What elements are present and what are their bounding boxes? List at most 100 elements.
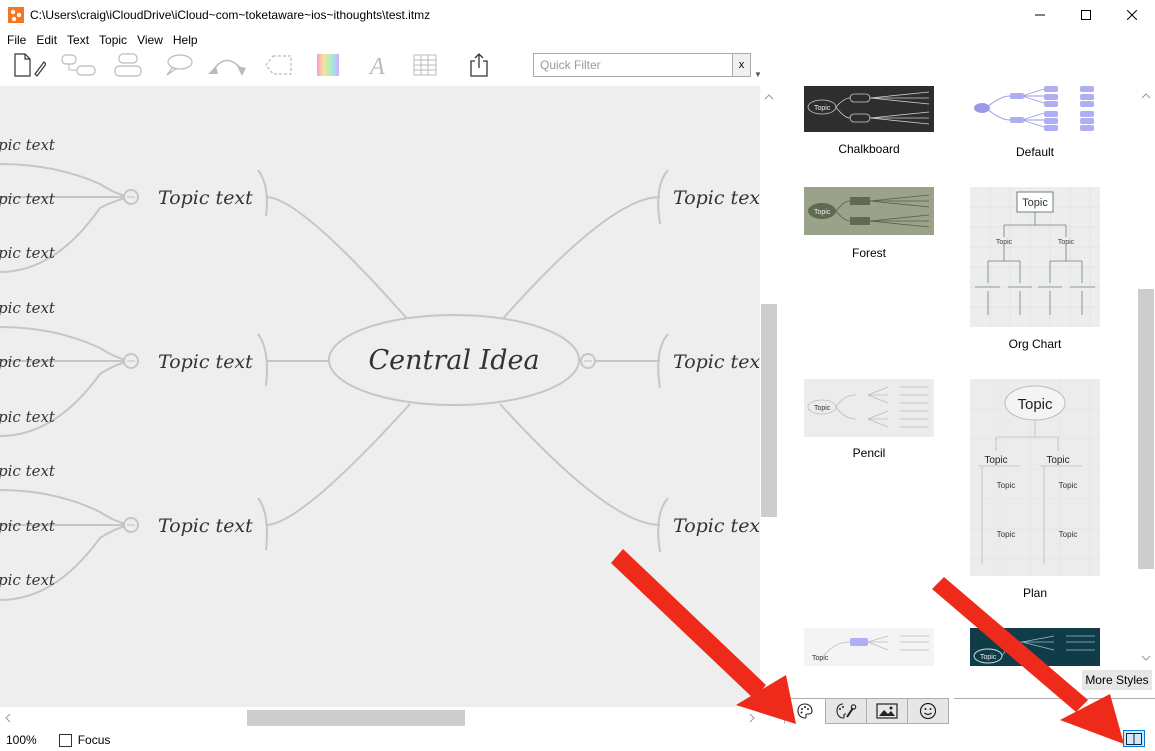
svg-text:A: A bbox=[368, 54, 385, 78]
style-forest-thumbnail: Topic bbox=[804, 187, 934, 235]
tab-styles[interactable] bbox=[784, 698, 826, 724]
panel-toggle-button[interactable] bbox=[1123, 730, 1145, 747]
add-sibling-topic-button[interactable] bbox=[108, 50, 148, 80]
thumb-text: Topic bbox=[814, 405, 831, 412]
style-default-label: Default bbox=[1015, 145, 1055, 159]
color-button[interactable] bbox=[312, 50, 344, 80]
canvas-vertical-scrollbar[interactable] bbox=[760, 86, 778, 707]
left-topic-2[interactable]: Topic text bbox=[158, 351, 253, 373]
callout-button[interactable] bbox=[158, 50, 198, 80]
canvas-vertical-scroll-thumb[interactable] bbox=[761, 304, 777, 517]
menu-view[interactable]: View bbox=[133, 33, 167, 47]
table-icon bbox=[413, 54, 437, 76]
add-sibling-topic-icon bbox=[114, 53, 142, 77]
style-org-chart[interactable]: Topic Topic Topic bbox=[970, 187, 1100, 330]
close-button[interactable] bbox=[1109, 0, 1155, 30]
leaf-topic-7[interactable]: pic text bbox=[0, 462, 56, 480]
share-button[interactable] bbox=[464, 50, 494, 80]
filter-dropdown-arrow-icon[interactable]: ▼ bbox=[754, 70, 762, 79]
color-icon bbox=[317, 54, 339, 76]
menu-file[interactable]: File bbox=[3, 33, 30, 47]
quick-filter-input[interactable] bbox=[534, 55, 732, 75]
palette-icon bbox=[797, 703, 813, 719]
tab-divider bbox=[954, 698, 1155, 699]
right-topic-1[interactable]: Topic tex bbox=[673, 187, 760, 209]
leaf-topic-8[interactable]: pic text bbox=[0, 517, 56, 535]
leaf-topic-2[interactable]: pic text bbox=[0, 190, 56, 208]
quick-filter: x bbox=[533, 53, 751, 77]
tab-format[interactable] bbox=[825, 698, 867, 724]
maximize-button[interactable] bbox=[1063, 0, 1109, 30]
focus-checkbox[interactable] bbox=[58, 733, 72, 747]
tab-icons[interactable] bbox=[907, 698, 949, 724]
right-topic-3[interactable]: Topic tex bbox=[673, 515, 760, 537]
thumb-text: Topic bbox=[814, 105, 831, 112]
maximize-icon bbox=[1081, 10, 1091, 20]
thumb-text: Topic bbox=[1017, 396, 1053, 413]
style-chalkboard-thumbnail: Topic bbox=[804, 86, 934, 132]
style-default-thumbnail bbox=[970, 86, 1100, 132]
relationship-button[interactable] bbox=[204, 50, 250, 80]
left-topic-1[interactable]: Topic text bbox=[158, 187, 253, 209]
styles-panel-scroll-thumb[interactable] bbox=[1138, 289, 1154, 569]
canvas-scroll-down-icon[interactable] bbox=[762, 693, 776, 705]
style-default[interactable] bbox=[970, 86, 1100, 135]
font-button[interactable]: A bbox=[362, 50, 394, 80]
zoom-level[interactable]: 100% bbox=[6, 733, 37, 747]
thumb-text: Topic bbox=[1046, 455, 1069, 466]
quick-filter-clear-button[interactable]: x bbox=[732, 54, 750, 76]
leaf-topic-6[interactable]: pic text bbox=[0, 408, 56, 426]
menu-topic[interactable]: Topic bbox=[95, 33, 131, 47]
style-pencil-thumbnail: Topic bbox=[804, 379, 934, 437]
menu-text[interactable]: Text bbox=[63, 33, 93, 47]
thumb-text: Topic bbox=[980, 654, 997, 661]
panel-tabs bbox=[784, 698, 949, 724]
boundary-button[interactable] bbox=[262, 50, 296, 80]
canvas-horizontal-scroll-thumb[interactable] bbox=[247, 710, 465, 726]
tab-images[interactable] bbox=[866, 698, 908, 724]
style-org-chart-label: Org Chart bbox=[1008, 337, 1062, 351]
thumb-text: Topic bbox=[997, 530, 1016, 539]
minimize-icon bbox=[1035, 14, 1045, 16]
leaf-topic-1[interactable]: pic text bbox=[0, 136, 56, 154]
style-next-2[interactable]: Topic bbox=[970, 628, 1100, 666]
style-forest[interactable]: Topic bbox=[804, 187, 934, 238]
style-chalkboard-label: Chalkboard bbox=[838, 142, 900, 156]
styles-panel-scrollbar-graphic bbox=[1138, 93, 1154, 661]
menu-help[interactable]: Help bbox=[169, 33, 202, 47]
callout-icon bbox=[166, 54, 193, 76]
new-document-button[interactable] bbox=[8, 50, 48, 80]
table-button[interactable] bbox=[410, 50, 440, 80]
styles-panel: Topic Chalkboard Default Topic Forest To… bbox=[782, 86, 1155, 666]
canvas-horizontal-scrollbar[interactable] bbox=[0, 707, 760, 729]
style-plan[interactable]: Topic Topic Topic Topic Topic Topic Topi… bbox=[970, 379, 1100, 579]
mind-map-canvas[interactable]: Central Idea Topic text Topic text Topic… bbox=[0, 86, 760, 707]
canvas-vertical-scrollbar-graphic bbox=[761, 94, 777, 517]
left-topic-3[interactable]: Topic text bbox=[158, 515, 253, 537]
new-document-icon bbox=[14, 53, 46, 77]
right-topic-2[interactable]: Topic tex bbox=[673, 351, 760, 373]
style-next-1[interactable]: Topic bbox=[804, 628, 934, 666]
style-pencil-label: Pencil bbox=[852, 446, 886, 460]
close-icon bbox=[1127, 10, 1137, 20]
central-idea-text[interactable]: Central Idea bbox=[368, 345, 539, 376]
menu-edit[interactable]: Edit bbox=[32, 33, 61, 47]
emoji-icon bbox=[919, 702, 937, 720]
mind-map-svg: Central Idea Topic text Topic text Topic… bbox=[0, 136, 760, 601]
thumb-text: Topic bbox=[996, 239, 1013, 246]
leaf-topic-9[interactable]: pic text bbox=[0, 571, 56, 589]
window-title: C:\Users\craig\iCloudDrive\iCloud~com~to… bbox=[30, 8, 431, 22]
relationship-icon bbox=[208, 59, 246, 76]
boundary-icon bbox=[265, 55, 292, 75]
thumb-text: Topic bbox=[1059, 481, 1078, 490]
style-next-1-thumbnail: Topic bbox=[804, 628, 934, 666]
style-pencil[interactable]: Topic bbox=[804, 379, 934, 440]
more-styles-button[interactable]: More Styles bbox=[1082, 670, 1152, 690]
minimize-button[interactable] bbox=[1017, 0, 1063, 30]
leaf-topic-3[interactable]: pic text bbox=[0, 244, 56, 262]
styles-panel-scrollbar[interactable] bbox=[1137, 86, 1155, 666]
style-chalkboard[interactable]: Topic bbox=[804, 86, 934, 135]
leaf-topic-5[interactable]: pic text bbox=[0, 353, 56, 371]
leaf-topic-4[interactable]: pic text bbox=[0, 299, 56, 317]
add-child-topic-button[interactable] bbox=[58, 50, 98, 80]
